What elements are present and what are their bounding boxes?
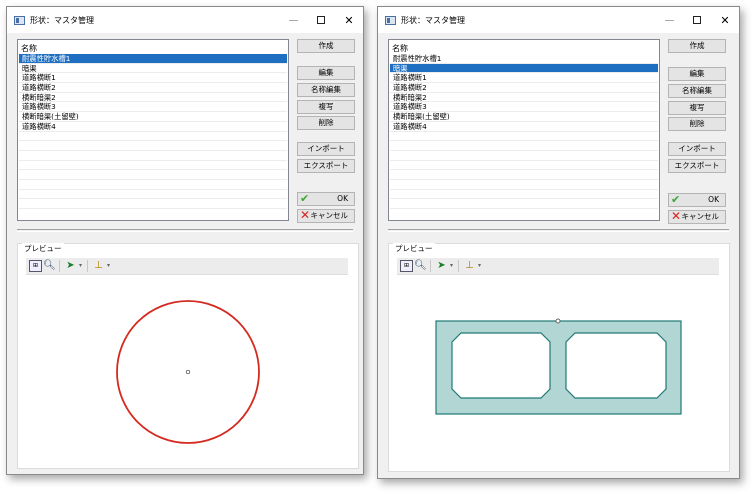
ok-label: OK [708, 195, 719, 204]
close-icon[interactable]: ✕ [335, 7, 363, 33]
check-icon: ✔ [671, 193, 681, 206]
shape-master-window-2: 形状：マスタ管理 ✕ 名称 耐震性貯水槽1 暗渠 道路横断1 道路横断2 横断暗… [377, 6, 740, 479]
title-bar[interactable]: 形状：マスタ管理 ✕ [378, 7, 739, 33]
separator [17, 229, 353, 232]
list-item[interactable]: 道路横断1 [19, 73, 287, 84]
window-icon [14, 16, 25, 25]
list-item[interactable]: 横断暗渠(土留壁) [19, 112, 287, 122]
list-item[interactable]: 横断暗渠(土留壁) [390, 112, 658, 122]
origin-marker [555, 318, 561, 324]
list-item[interactable]: 暗渠 [19, 64, 287, 74]
list-item-empty [390, 132, 658, 142]
close-icon[interactable]: ✕ [711, 7, 739, 33]
list-item[interactable]: 耐震性貯水槽1 [390, 54, 658, 64]
ok-button[interactable]: ✔ OK [668, 193, 726, 207]
copy-button[interactable]: 複写 [297, 100, 355, 114]
list-item[interactable]: 道路横断4 [19, 122, 287, 132]
list-item[interactable]: 横断暗渠2 [19, 93, 287, 103]
preview-panel: プレビュー ⊞ 🔍︎ ➤ ▾ ⊥ ▾ [17, 243, 359, 469]
edit-button[interactable]: 編集 [297, 66, 355, 80]
preview-panel: プレビュー ⊞ 🔍︎ ➤ ▾ ⊥ ▾ [388, 243, 730, 472]
check-icon: ✔ [300, 192, 310, 205]
x-icon: ✕ [300, 208, 311, 222]
import-button[interactable]: インポート [668, 142, 726, 156]
list-item-empty [390, 190, 658, 200]
list-item[interactable]: 道路横断1 [390, 73, 658, 84]
shape-list[interactable]: 名称 耐震性貯水槽1 暗渠 道路横断1 道路横断2 横断暗渠2 道路横断3 横断… [17, 39, 289, 221]
culvert-cell-right [565, 332, 667, 399]
minimize-icon[interactable] [655, 7, 683, 33]
cancel-button[interactable]: ✕ キャンセル [668, 210, 726, 224]
list-item-empty [390, 161, 658, 171]
create-button[interactable]: 作成 [668, 39, 726, 53]
list-item-empty [19, 132, 287, 142]
list-item-empty [390, 199, 658, 209]
window-title: 形状：マスタ管理 [401, 16, 465, 25]
list-item[interactable]: 道路横断2 [390, 83, 658, 93]
ok-label: OK [337, 194, 348, 203]
rename-button[interactable]: 名称編集 [668, 84, 726, 98]
cancel-label: キャンセル [310, 211, 349, 220]
list-header: 名称 [392, 44, 408, 53]
list-item[interactable]: 道路横断3 [19, 102, 287, 113]
edit-button[interactable]: 編集 [668, 67, 726, 81]
list-item[interactable]: 道路横断2 [19, 83, 287, 93]
window-title: 形状：マスタ管理 [30, 16, 94, 25]
delete-button[interactable]: 削除 [297, 116, 355, 130]
culvert-cell-left [451, 332, 551, 399]
list-item-empty [19, 161, 287, 171]
rename-button[interactable]: 名称編集 [297, 83, 355, 97]
x-icon: ✕ [671, 209, 682, 223]
window-icon [385, 16, 396, 25]
list-item-empty [390, 180, 658, 190]
list-item-empty [19, 180, 287, 190]
cancel-button[interactable]: ✕ キャンセル [297, 209, 355, 223]
create-button[interactable]: 作成 [297, 39, 355, 53]
ok-button[interactable]: ✔ OK [297, 192, 355, 206]
list-item-empty [19, 190, 287, 200]
list-item[interactable]: 道路横断3 [390, 102, 658, 113]
list-item[interactable]: 耐震性貯水槽1 [19, 54, 287, 64]
shape-master-window-1: 形状：マスタ管理 ✕ 名称 耐震性貯水槽1 暗渠 道路横断1 道路横断2 横断暗… [6, 6, 364, 475]
export-button[interactable]: エクスポート [668, 159, 726, 173]
list-item-empty [390, 141, 658, 151]
list-item[interactable]: 暗渠 [390, 63, 658, 74]
shape-list[interactable]: 名称 耐震性貯水槽1 暗渠 道路横断1 道路横断2 横断暗渠2 道路横断3 横断… [388, 39, 660, 221]
export-button[interactable]: エクスポート [297, 159, 355, 173]
origin-marker [185, 369, 191, 375]
separator [388, 229, 729, 232]
title-bar[interactable]: 形状：マスタ管理 ✕ [7, 7, 363, 33]
list-rows: 耐震性貯水槽1 暗渠 道路横断1 道路横断2 横断暗渠2 道路横断3 横断暗渠(… [19, 54, 287, 209]
copy-button[interactable]: 複写 [668, 101, 726, 115]
maximize-icon[interactable] [307, 7, 335, 33]
list-item-empty [19, 170, 287, 180]
list-item[interactable]: 道路横断4 [390, 122, 658, 132]
list-item-empty [390, 170, 658, 180]
minimize-icon[interactable] [279, 7, 307, 33]
list-rows: 耐震性貯水槽1 暗渠 道路横断1 道路横断2 横断暗渠2 道路横断3 横断暗渠(… [390, 54, 658, 209]
list-item[interactable]: 横断暗渠2 [390, 93, 658, 103]
maximize-icon[interactable] [683, 7, 711, 33]
preview-canvas[interactable] [389, 244, 731, 473]
import-button[interactable]: インポート [297, 142, 355, 156]
list-item-empty [19, 141, 287, 151]
list-item-empty [19, 151, 287, 161]
cancel-label: キャンセル [681, 212, 720, 221]
list-header: 名称 [21, 44, 37, 53]
delete-button[interactable]: 削除 [668, 117, 726, 131]
list-item-empty [19, 199, 287, 209]
preview-canvas[interactable] [18, 244, 360, 470]
list-item-empty [390, 151, 658, 161]
